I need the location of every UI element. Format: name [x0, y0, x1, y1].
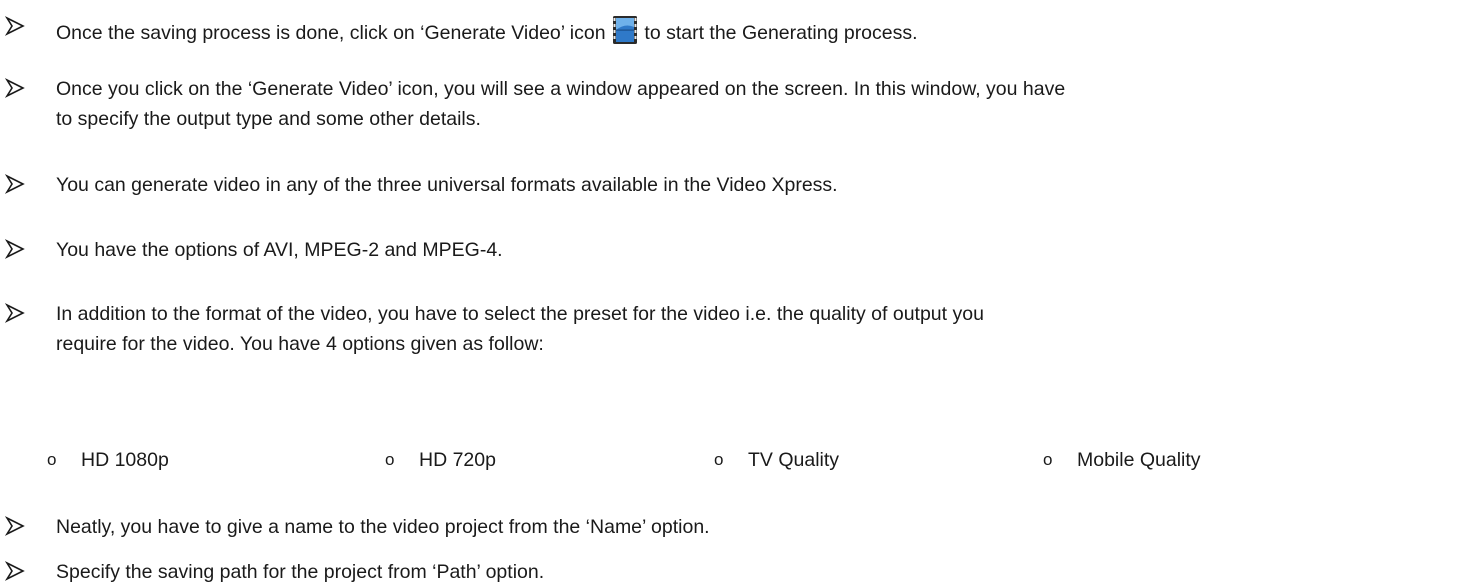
circle-bullet-icon: o [385, 450, 395, 469]
circle-bullet-icon: o [1043, 450, 1053, 469]
bullet-text-line: In addition to the format of the video, … [56, 303, 984, 325]
arrow-bullet-icon [5, 239, 25, 259]
bullet-text-line: You can generate video in any of the thr… [56, 174, 838, 196]
bullet-text: Once the saving process is done, click o… [56, 15, 918, 45]
bullet-text-part: to start the Generating process. [638, 22, 918, 44]
preset-label: HD 720p [419, 449, 496, 471]
preset-label: TV Quality [748, 449, 840, 471]
bullet-text-line: Neatly, you have to give a name to the v… [56, 516, 710, 538]
document-page: Once the saving process is done, click o… [0, 0, 1469, 588]
circle-bullet-icon: o [714, 450, 724, 469]
bullet-text-line: to specify the output type and some othe… [56, 108, 481, 130]
arrow-bullet-icon [5, 561, 25, 581]
preset-label: Mobile Quality [1077, 449, 1201, 471]
bullet-text-line: Specify the saving path for the project … [56, 561, 545, 583]
arrow-bullet-icon [5, 303, 25, 323]
bullet-text-part: Once the saving process is done, click o… [56, 22, 611, 44]
bullet-text-line: Once you click on the ‘Generate Video’ i… [56, 78, 1066, 100]
arrow-bullet-icon [5, 174, 25, 194]
arrow-bullet-icon [5, 516, 25, 536]
preset-label: HD 1080p [81, 449, 169, 471]
film-strip-icon [612, 16, 637, 44]
arrow-bullet-icon [5, 78, 25, 98]
bullet-text-line: require for the video. You have 4 option… [56, 333, 544, 355]
arrow-bullet-icon [5, 16, 25, 36]
bullet-text-line: You have the options of AVI, MPEG-2 and … [56, 239, 503, 261]
preset-list: o HD 1080p o HD 720p o TV Quality o Mobi… [0, 448, 1469, 474]
circle-bullet-icon: o [47, 450, 57, 469]
